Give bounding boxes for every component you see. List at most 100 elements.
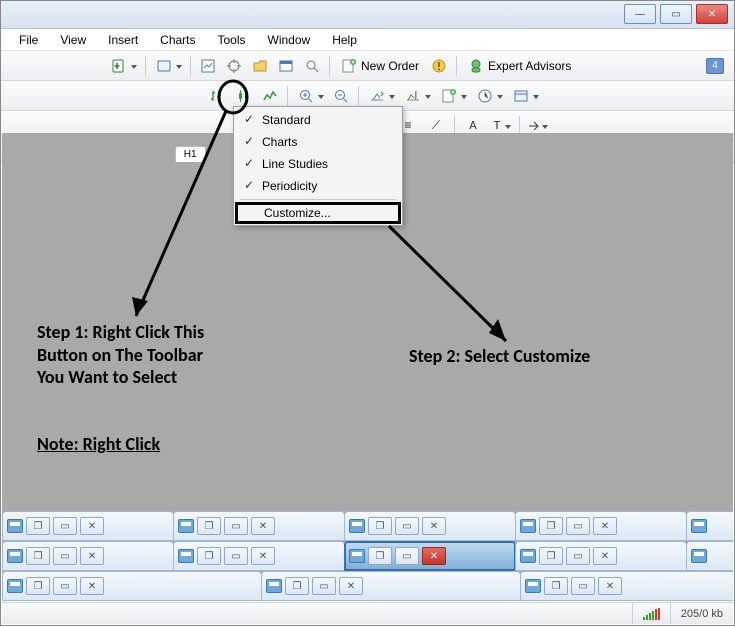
data-window-button[interactable] [248, 55, 272, 77]
ctx-standard[interactable]: Standard [236, 109, 400, 131]
arrows-icon [526, 118, 542, 134]
bar-chart-button[interactable] [206, 85, 230, 107]
candlestick-icon [236, 88, 252, 104]
mdi-restore-button[interactable]: ❐ [544, 577, 568, 595]
mdi-maximize-button[interactable]: ▭ [395, 547, 419, 565]
chart-window-icon [691, 519, 707, 533]
mdi-window[interactable] [686, 511, 733, 541]
ctx-customize[interactable]: Customize... [235, 202, 401, 224]
mdi-close-button[interactable]: ✕ [251, 517, 275, 535]
zoom-in-button[interactable] [293, 85, 327, 107]
mdi-close-button[interactable]: ✕ [251, 547, 275, 565]
templates-button[interactable] [508, 85, 542, 107]
expert-advisors-button[interactable]: Expert Advisors [461, 55, 578, 77]
new-order-button[interactable]: New Order [334, 55, 426, 77]
terminal-button[interactable] [274, 55, 298, 77]
mdi-maximize-button[interactable]: ▭ [224, 517, 248, 535]
mdi-maximize-button[interactable]: ▭ [571, 577, 595, 595]
mdi-maximize-button[interactable]: ▭ [566, 547, 590, 565]
mdi-restore-button[interactable]: ❐ [197, 517, 221, 535]
mdi-maximize-button[interactable]: ▭ [312, 577, 336, 595]
mdi-window[interactable]: ❐ ▭ ✕ [520, 571, 733, 601]
line-chart-icon [262, 88, 278, 104]
close-button[interactable]: ✕ [696, 4, 728, 24]
mdi-maximize-button[interactable]: ▭ [53, 517, 77, 535]
autoscroll-button[interactable] [364, 85, 398, 107]
mdi-window[interactable]: ❐ ▭ ✕ [515, 511, 687, 541]
magnifier-icon [304, 58, 320, 74]
indicators-icon [441, 88, 457, 104]
mdi-restore-button[interactable]: ❐ [539, 517, 563, 535]
mdi-close-button[interactable]: ✕ [593, 547, 617, 565]
chart-window-icon [7, 549, 23, 563]
mdi-window[interactable]: ❐ ▭ ✕ [173, 541, 345, 571]
market-watch-button[interactable] [196, 55, 220, 77]
mdi-close-button[interactable]: ✕ [80, 577, 104, 595]
menu-charts[interactable]: Charts [150, 31, 205, 49]
ctx-charts[interactable]: Charts [236, 131, 400, 153]
mdi-window[interactable]: ❐ ▭ ✕ [2, 511, 174, 541]
mdi-maximize-button[interactable]: ▭ [53, 577, 77, 595]
mdi-window-active[interactable]: ❐ ▭ ✕ [344, 541, 516, 571]
line-chart-button[interactable] [258, 85, 282, 107]
toolbar-context-menu: Standard Charts Line Studies Periodicity… [233, 106, 403, 226]
menu-file[interactable]: File [9, 31, 48, 49]
maximize-button[interactable]: ▭ [660, 4, 692, 24]
mdi-close-button[interactable]: ✕ [80, 547, 104, 565]
profile-icon [156, 58, 172, 74]
menu-help[interactable]: Help [322, 31, 367, 49]
mdi-maximize-button[interactable]: ▭ [566, 517, 590, 535]
new-chart-button[interactable] [106, 55, 140, 77]
mdi-restore-button[interactable]: ❐ [26, 547, 50, 565]
indicators-button[interactable] [436, 85, 470, 107]
template-icon [513, 88, 529, 104]
menu-window[interactable]: Window [258, 31, 321, 49]
metaquotes-button[interactable] [427, 55, 451, 77]
mdi-restore-button[interactable]: ❐ [26, 577, 50, 595]
market-watch-icon [200, 58, 216, 74]
mdi-restore-button[interactable]: ❐ [197, 547, 221, 565]
mdi-window[interactable]: ❐ ▭ ✕ [515, 541, 687, 571]
mdi-close-button[interactable]: ✕ [598, 577, 622, 595]
mdi-window[interactable]: ❐ ▭ ✕ [173, 511, 345, 541]
mdi-close-button[interactable]: ✕ [80, 517, 104, 535]
mdi-close-button[interactable]: ✕ [593, 517, 617, 535]
zoom-in-icon [298, 88, 314, 104]
profiles-button[interactable] [151, 55, 185, 77]
ctx-periodicity[interactable]: Periodicity [236, 175, 400, 197]
strategy-tester-button[interactable] [300, 55, 324, 77]
menu-tools[interactable]: Tools [208, 31, 256, 49]
notification-badge[interactable]: 4 [706, 58, 724, 74]
mdi-maximize-button[interactable]: ▭ [224, 547, 248, 565]
mdi-restore-button[interactable]: ❐ [285, 577, 309, 595]
mdi-close-button[interactable]: ✕ [422, 547, 446, 565]
zoom-out-button[interactable] [329, 85, 353, 107]
annotation-note: Note: Right Click [37, 433, 160, 456]
mdi-window[interactable]: ❐ ▭ ✕ [2, 571, 262, 601]
mdi-close-button[interactable]: ✕ [339, 577, 363, 595]
period-tab-h1[interactable]: H1 [175, 146, 206, 162]
plus-document-icon [111, 58, 127, 74]
mdi-close-button[interactable]: ✕ [422, 517, 446, 535]
mdi-window[interactable]: ❐ ▭ ✕ [261, 571, 521, 601]
periods-button[interactable] [472, 85, 506, 107]
mdi-maximize-button[interactable]: ▭ [395, 517, 419, 535]
menu-insert[interactable]: Insert [98, 31, 148, 49]
mdi-window[interactable]: ❐ ▭ ✕ [344, 511, 516, 541]
expert-advisors-label: Expert Advisors [488, 59, 571, 73]
navigator-button[interactable] [222, 55, 246, 77]
menu-view[interactable]: View [50, 31, 96, 49]
window-buttons: — ▭ ✕ [624, 4, 728, 24]
chart-window-icon [520, 519, 536, 533]
mdi-window[interactable] [686, 541, 733, 571]
minimize-button[interactable]: — [624, 4, 656, 24]
mdi-restore-button[interactable]: ❐ [368, 517, 392, 535]
mdi-restore-button[interactable]: ❐ [539, 547, 563, 565]
mdi-restore-button[interactable]: ❐ [26, 517, 50, 535]
chart-shift-button[interactable] [400, 85, 434, 107]
mdi-window[interactable]: ❐ ▭ ✕ [2, 541, 174, 571]
mdi-maximize-button[interactable]: ▭ [53, 547, 77, 565]
candlestick-button[interactable] [232, 85, 256, 107]
ctx-line-studies[interactable]: Line Studies [236, 153, 400, 175]
mdi-restore-button[interactable]: ❐ [368, 547, 392, 565]
